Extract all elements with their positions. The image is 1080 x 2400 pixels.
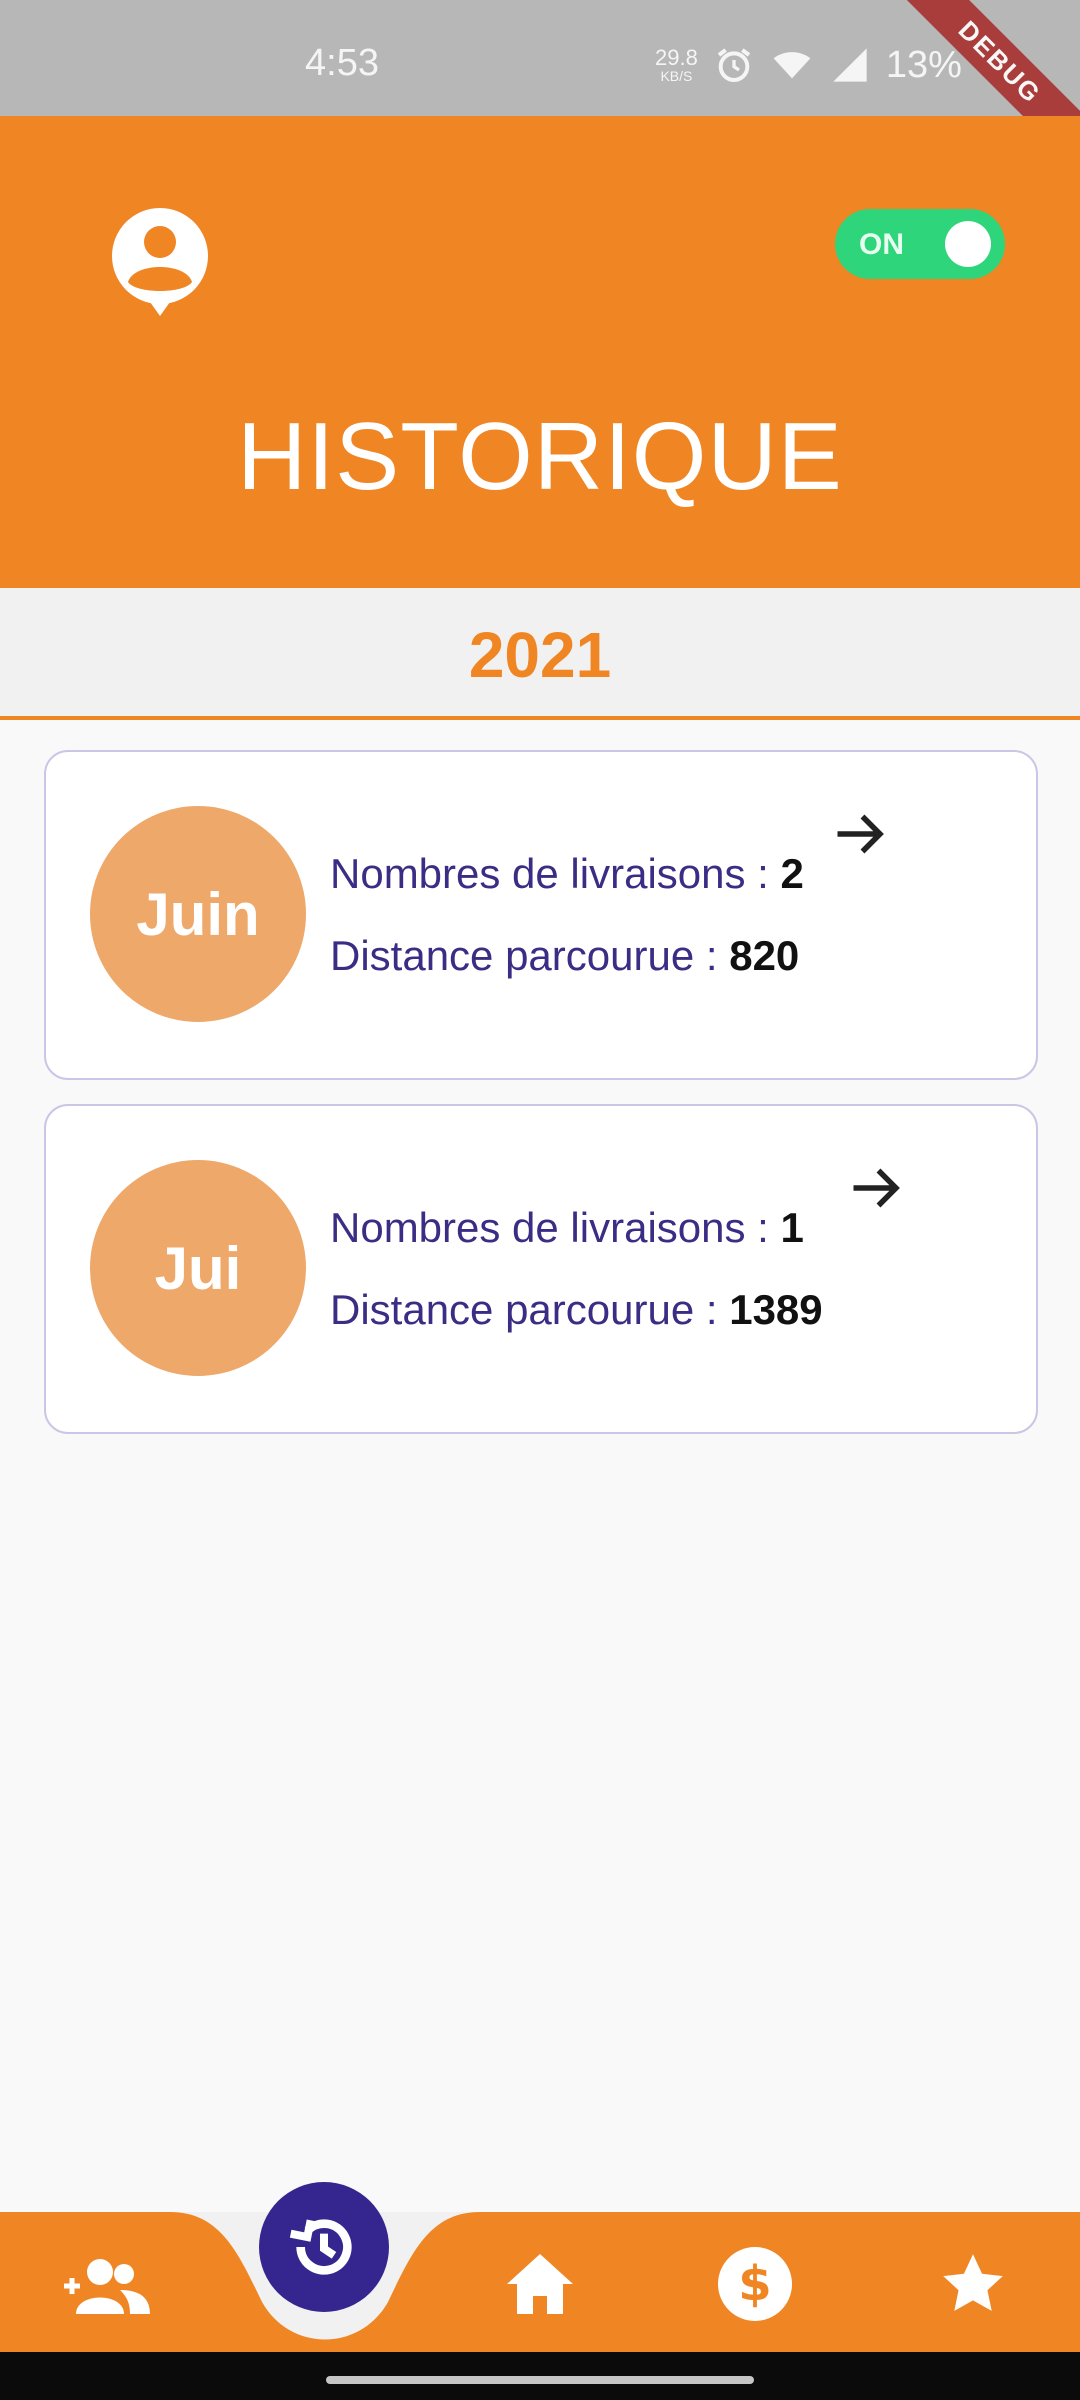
arrow-right-icon[interactable] bbox=[830, 804, 890, 864]
profile-icon[interactable] bbox=[110, 208, 210, 318]
network-speed-unit: KB/S bbox=[660, 68, 693, 84]
header: ON HISTORIQUE bbox=[0, 116, 1080, 588]
toggle-knob bbox=[945, 221, 991, 267]
toggle-label: ON bbox=[859, 228, 904, 261]
deliveries-value: 2 bbox=[780, 850, 804, 897]
system-nav-bar bbox=[0, 2352, 1080, 2400]
add-contact-icon[interactable] bbox=[62, 2256, 152, 2316]
home-indicator[interactable] bbox=[326, 2376, 754, 2384]
online-toggle[interactable]: ON bbox=[835, 209, 1005, 279]
alarm-icon bbox=[717, 48, 751, 82]
history-nav-button[interactable] bbox=[259, 2182, 389, 2312]
month-badge: Juin bbox=[90, 806, 306, 1022]
deliveries-value: 1 bbox=[780, 1204, 804, 1251]
signal-icon bbox=[833, 48, 867, 82]
deliveries-row: Nombres de livraisons : 1 bbox=[330, 1204, 804, 1252]
distance-value: 820 bbox=[729, 932, 800, 979]
star-icon[interactable] bbox=[938, 2250, 1008, 2318]
year-label: 2021 bbox=[468, 619, 612, 691]
dollar-icon[interactable]: $ bbox=[717, 2246, 793, 2322]
distance-label: Distance parcourue : bbox=[330, 932, 730, 979]
bottom-nav: $ bbox=[0, 2182, 1080, 2352]
deliveries-row: Nombres de livraisons : 2 bbox=[330, 850, 804, 898]
distance-label: Distance parcourue : bbox=[330, 1286, 730, 1333]
status-icons: 29.8 KB/S 13% bbox=[655, 40, 962, 90]
home-icon[interactable] bbox=[505, 2252, 575, 2316]
network-speed-value: 29.8 bbox=[655, 45, 698, 70]
distance-row: Distance parcourue : 820 bbox=[330, 932, 799, 980]
history-icon bbox=[289, 2219, 352, 2275]
battery-percent: 13% bbox=[885, 43, 962, 86]
network-speed: 29.8 KB/S bbox=[655, 45, 698, 84]
month-card[interactable]: Juin Nombres de livraisons : 2 Distance … bbox=[44, 750, 1038, 1080]
svg-text:$: $ bbox=[738, 2256, 771, 2312]
arrow-right-icon[interactable] bbox=[846, 1158, 906, 1218]
status-bar: 4:53 29.8 KB/S 13% bbox=[0, 0, 1080, 116]
deliveries-label: Nombres de livraisons : bbox=[330, 850, 781, 897]
page-title: HISTORIQUE bbox=[237, 403, 843, 510]
distance-value: 1389 bbox=[729, 1286, 823, 1333]
deliveries-label: Nombres de livraisons : bbox=[330, 1204, 781, 1251]
month-badge: Jui bbox=[90, 1160, 306, 1376]
distance-row: Distance parcourue : 1389 bbox=[330, 1286, 823, 1334]
status-time: 4:53 bbox=[305, 42, 379, 84]
wifi-icon bbox=[773, 52, 811, 79]
month-card[interactable]: Jui Nombres de livraisons : 1 Distance p… bbox=[44, 1104, 1038, 1434]
year-header: 2021 bbox=[0, 588, 1080, 720]
